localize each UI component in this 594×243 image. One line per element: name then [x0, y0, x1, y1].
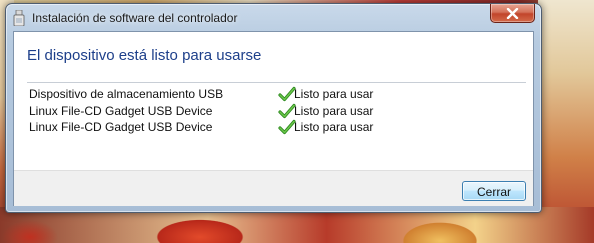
- device-name: Linux File-CD Gadget USB Device: [29, 120, 213, 134]
- dialog-footer: Cerrar: [14, 170, 533, 206]
- dialog-content: El dispositivo está listo para usarse Di…: [13, 31, 534, 206]
- close-button[interactable]: Cerrar: [462, 181, 526, 201]
- device-status: Listo para usar: [294, 87, 374, 101]
- list-item: Linux File-CD Gadget USB Device Listo pa…: [27, 103, 507, 120]
- usb-device-icon: [13, 9, 25, 27]
- device-list: Dispositivo de almacenamiento USB Listo …: [27, 86, 507, 136]
- page-title: El dispositivo está listo para usarse: [27, 47, 262, 64]
- device-name: Dispositivo de almacenamiento USB: [29, 87, 224, 101]
- title-bar[interactable]: Instalación de software del controlador: [6, 4, 541, 30]
- device-status: Listo para usar: [294, 120, 374, 134]
- window-title: Instalación de software del controlador: [32, 11, 238, 25]
- list-item: Linux File-CD Gadget USB Device Listo pa…: [27, 119, 507, 136]
- close-window-button[interactable]: [490, 4, 535, 23]
- divider: [27, 82, 526, 83]
- close-icon: [506, 8, 519, 19]
- device-status: Listo para usar: [294, 103, 374, 118]
- list-item: Dispositivo de almacenamiento USB Listo …: [27, 86, 507, 103]
- device-name: Linux File-CD Gadget USB Device: [29, 103, 213, 118]
- driver-install-dialog: Instalación de software del controlador …: [5, 3, 542, 213]
